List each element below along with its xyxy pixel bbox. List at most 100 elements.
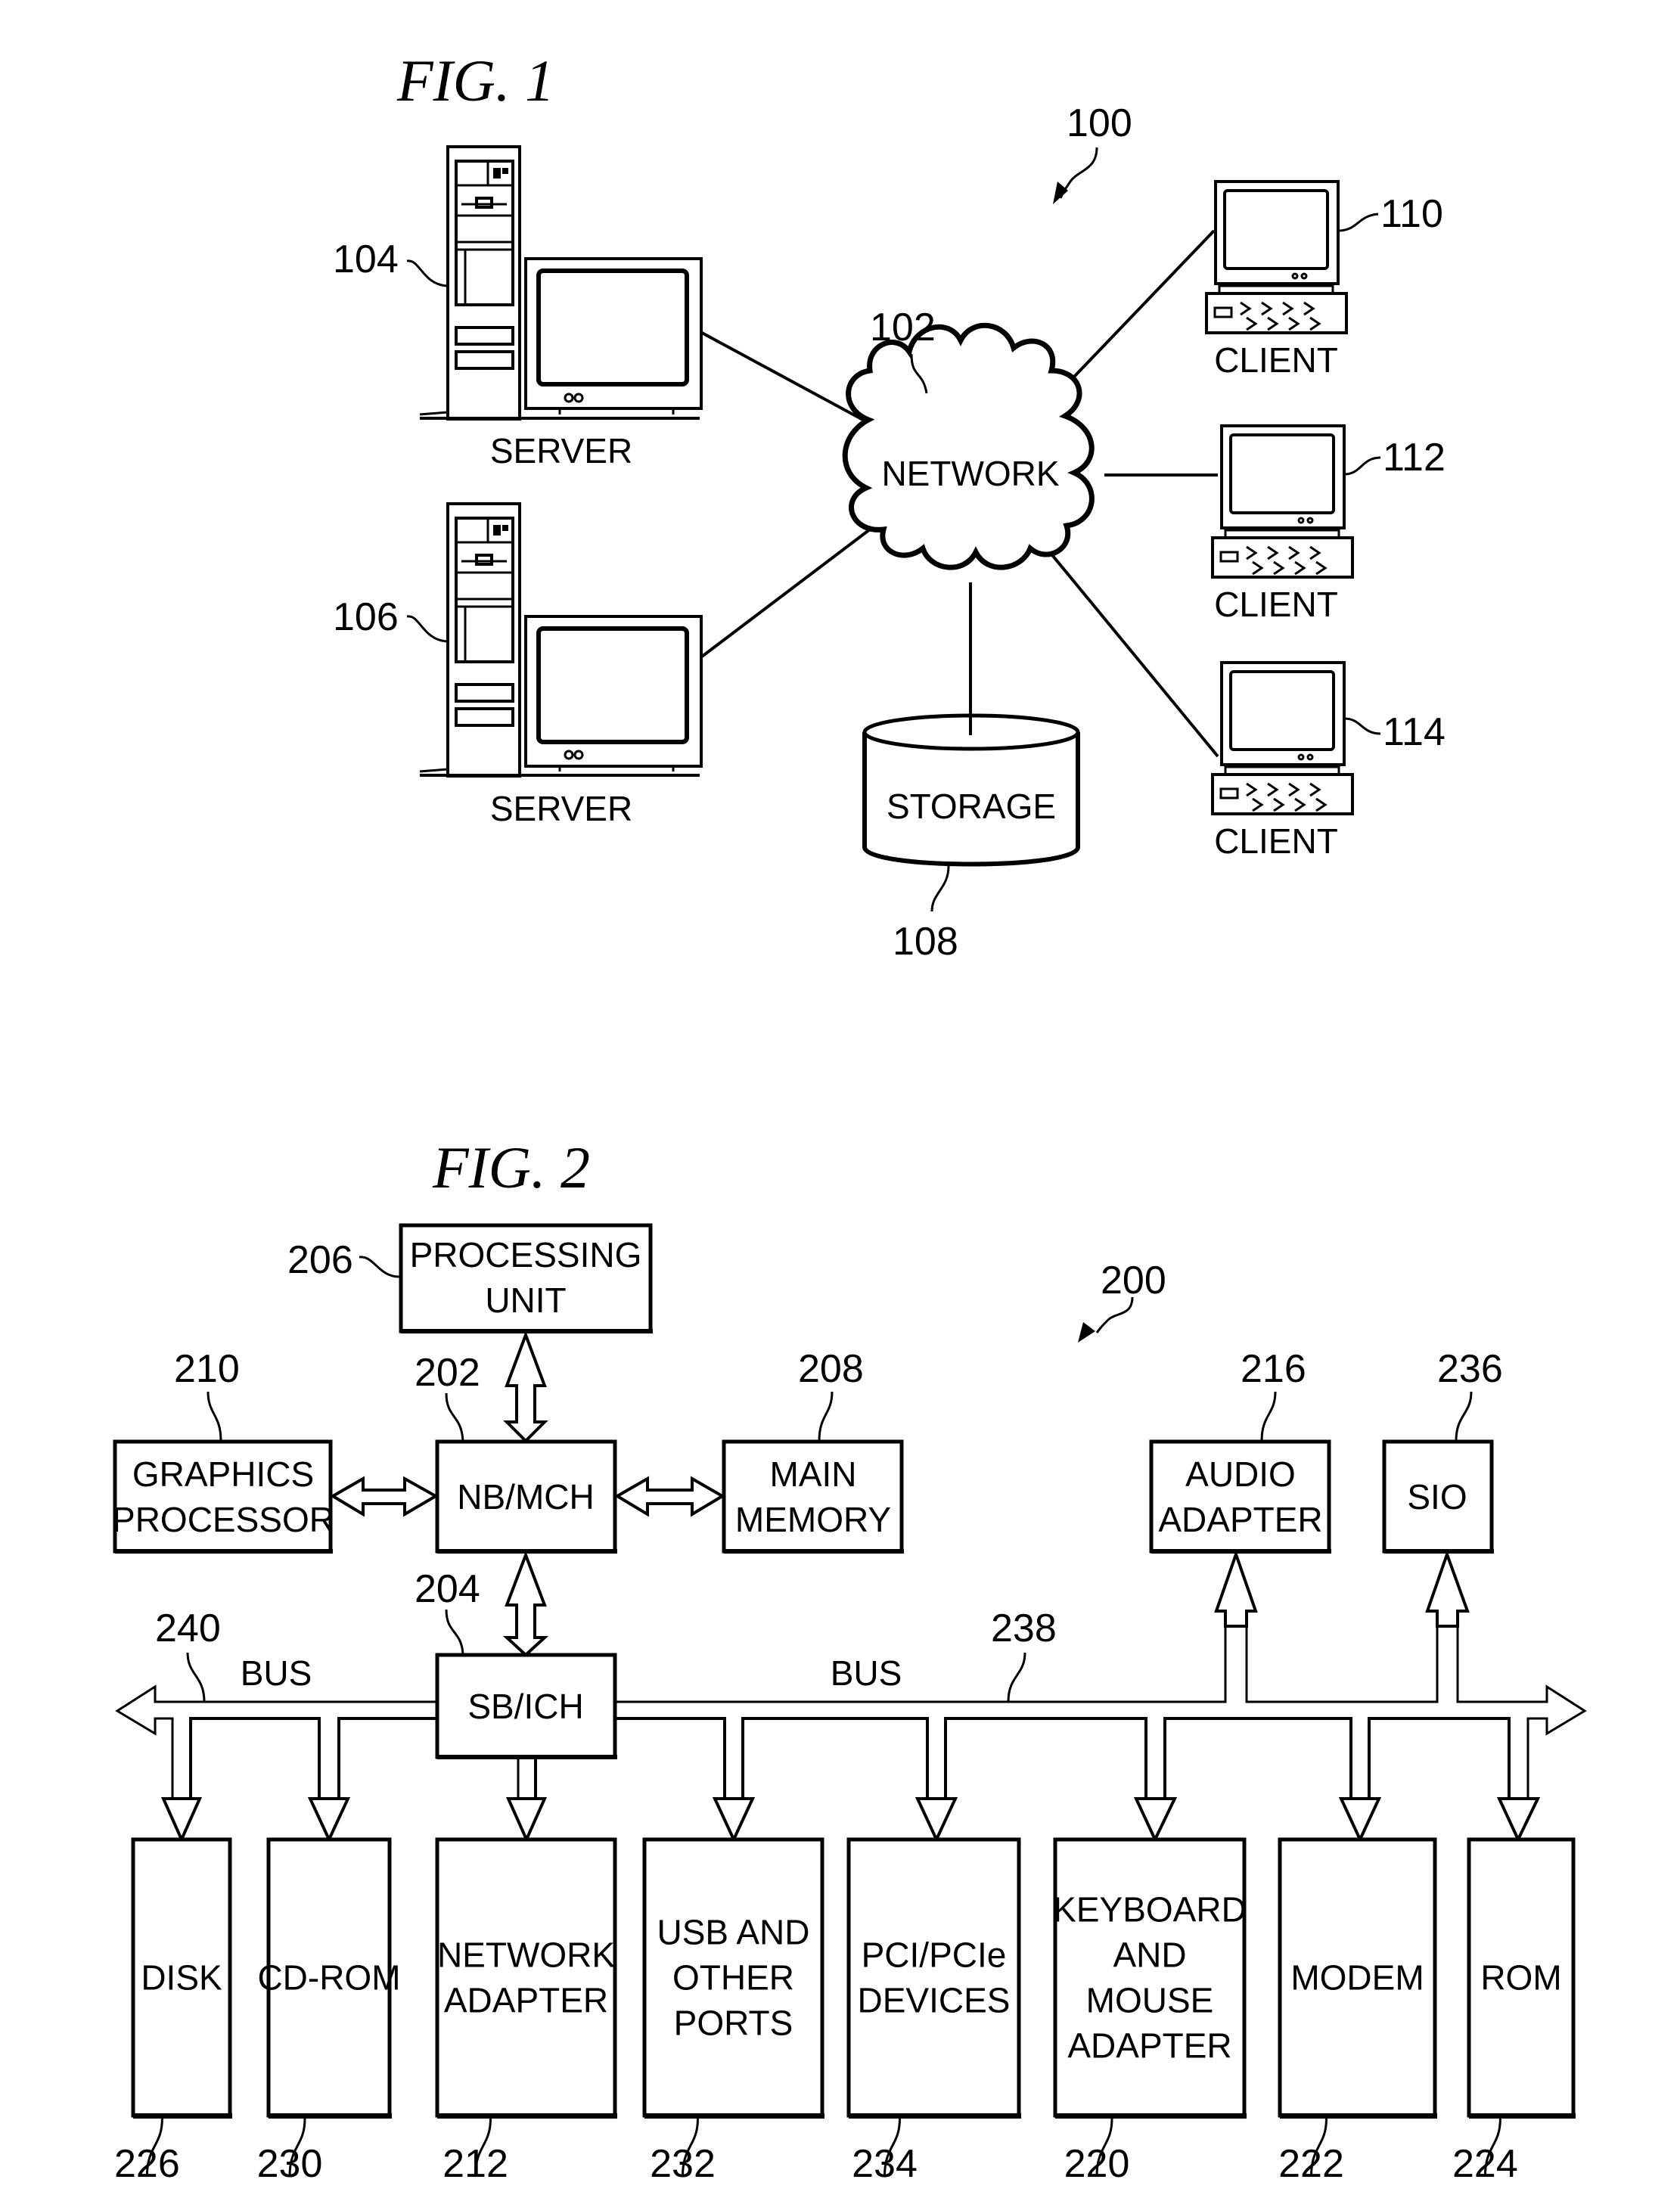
block-label-line: USB AND	[657, 1913, 810, 1952]
block-main-memory: MAIN MEMORY	[722, 1439, 904, 1554]
block-label-line: KEYBOARD	[1053, 1890, 1247, 1929]
sb-ich-leader	[445, 1609, 464, 1655]
block-ref: 226	[114, 2142, 180, 2186]
bus-238-leader	[1007, 1652, 1026, 1703]
processing-unit-line1: PROCESSING	[410, 1235, 642, 1274]
main-memory-line2: MEMORY	[735, 1500, 891, 1539]
nb-mch-ref: 202	[415, 1351, 480, 1395]
nb-mch-label: NB/MCH	[457, 1477, 594, 1517]
storage-label: STORAGE	[887, 787, 1056, 826]
processing-unit-line2: UNIT	[485, 1281, 566, 1320]
block-disk: DISK 226	[114, 1837, 232, 2186]
server-106-leader	[406, 615, 447, 643]
client-112-label: CLIENT	[1214, 585, 1338, 624]
audio-adapter-ref: 216	[1241, 1347, 1306, 1391]
block-pci-pcie-devices: PCI/PCIe DEVICES 234	[846, 1837, 1021, 2186]
block-label-line: DEVICES	[858, 1981, 1011, 2020]
client-114-label: CLIENT	[1214, 821, 1338, 861]
client-112-leader	[1343, 456, 1381, 476]
storage-108: STORAGE 108	[862, 582, 1080, 964]
sio-ref: 236	[1437, 1347, 1503, 1391]
block-ref: 212	[443, 2142, 508, 2186]
system-ref-arrow-icon	[1078, 1296, 1134, 1343]
block-label-line: PCI/PCIe	[862, 1936, 1007, 1975]
bus-238-ref: 238	[991, 1607, 1057, 1650]
bus-240-leader	[186, 1652, 206, 1703]
audio-adapter-leader	[1260, 1391, 1277, 1442]
block-usb-and-other-ports: USB AND OTHER PORTS 232	[642, 1837, 824, 2186]
block-cd-rom: CD-ROM 230	[257, 1837, 401, 2186]
link-server-106	[700, 528, 871, 658]
client-computer-icon	[1211, 424, 1354, 579]
block-label-line: OTHER	[672, 1958, 794, 1998]
main-memory-ref: 208	[798, 1347, 864, 1391]
main-memory-leader	[818, 1391, 834, 1442]
nb-mch-leader	[445, 1392, 464, 1442]
fig2-system-ref: 200	[1101, 1259, 1166, 1302]
storage-ref: 108	[893, 920, 958, 964]
processing-unit-ref: 206	[287, 1238, 353, 1282]
fig1-system-ref: 100	[1067, 101, 1132, 145]
server-104: SERVER 104	[333, 145, 703, 470]
client-114-ref: 114	[1383, 710, 1446, 754]
block-audio-adapter: AUDIO ADAPTER	[1149, 1439, 1331, 1554]
block-rom: ROM 224	[1452, 1837, 1576, 2186]
server-106: SERVER 106	[333, 502, 703, 828]
block-network-adapter: NETWORK ADAPTER 212	[435, 1837, 617, 2186]
block-label-line: CD-ROM	[257, 1958, 400, 1998]
server-monitor-icon	[524, 257, 703, 414]
block-label-line: MOUSE	[1086, 1981, 1214, 2020]
block-ref: 224	[1452, 2142, 1518, 2186]
client-110-label: CLIENT	[1214, 340, 1338, 380]
bus-240-ref: 240	[155, 1607, 221, 1650]
network-cloud: NETWORK	[842, 322, 1095, 570]
server-104-ref: 104	[333, 237, 399, 281]
sb-ich-label: SB/ICH	[467, 1687, 583, 1726]
server-monitor-icon	[524, 615, 703, 771]
block-shadow	[849, 2113, 1021, 2119]
block-ref: 232	[650, 2142, 716, 2186]
system-bus: BUS BUS 240 238	[115, 1549, 1587, 1818]
client-110-leader	[1337, 213, 1379, 232]
block-shadow	[133, 2113, 232, 2119]
block-label-line: ROM	[1480, 1958, 1561, 1998]
graphics-processor-ref: 210	[174, 1347, 240, 1391]
block-graphics-processor: GRAPHICS PROCESSOR	[112, 1439, 334, 1554]
block-ref: 220	[1064, 2142, 1130, 2186]
client-computer-icon	[1205, 180, 1348, 334]
server-104-label: SERVER	[490, 431, 632, 470]
block-frame	[435, 1837, 617, 2118]
graphics-processor-leader	[207, 1391, 222, 1442]
sb-ich-ref: 204	[415, 1567, 480, 1611]
bottom-blocks: DISK 226 CD-ROM 230 NETWORK ADAPTER 212 USB AND…	[114, 1837, 1576, 2186]
system-ref-arrow-icon	[1053, 147, 1098, 204]
storage-leader	[930, 865, 950, 912]
block-sio: SIO	[1382, 1439, 1494, 1554]
client-112-ref: 112	[1383, 436, 1446, 480]
block-ref: 222	[1278, 2142, 1344, 2186]
client-computer-icon	[1211, 661, 1354, 815]
main-memory-line1: MAIN	[770, 1454, 857, 1494]
bus-240-label: BUS	[241, 1653, 312, 1693]
client-114: CLIENT 114	[1211, 661, 1446, 861]
block-shadow	[644, 2113, 824, 2119]
block-sb-ich: SB/ICH	[435, 1653, 617, 1759]
server-104-leader	[406, 259, 447, 287]
fig1-title: FIG. 1	[396, 48, 554, 113]
block-shadow	[1280, 2113, 1437, 2119]
block-ref: 234	[852, 2142, 918, 2186]
fig2-title: FIG. 2	[432, 1135, 590, 1200]
client-110: CLIENT 110	[1205, 180, 1443, 380]
block-label-line: ADAPTER	[1067, 2026, 1231, 2066]
block-label-line: ADAPTER	[444, 1981, 608, 2020]
processing-unit-leader	[359, 1256, 400, 1278]
block-shadow	[1055, 2113, 1247, 2119]
block-processing-unit: PROCESSING UNIT	[399, 1223, 653, 1333]
down-arrow-icons	[160, 1797, 1541, 1843]
figure-1: FIG. 1 100 NETWORK 102 SERVER 104 SERVER…	[333, 48, 1446, 964]
server-106-label: SERVER	[490, 789, 632, 828]
block-shadow	[269, 2113, 392, 2119]
figure-2: FIG. 2 200 PROCESSING UNIT 206 NB/MCH 20…	[112, 1135, 1587, 2186]
server-106-ref: 106	[333, 595, 399, 639]
block-modem: MODEM 222	[1278, 1837, 1437, 2186]
